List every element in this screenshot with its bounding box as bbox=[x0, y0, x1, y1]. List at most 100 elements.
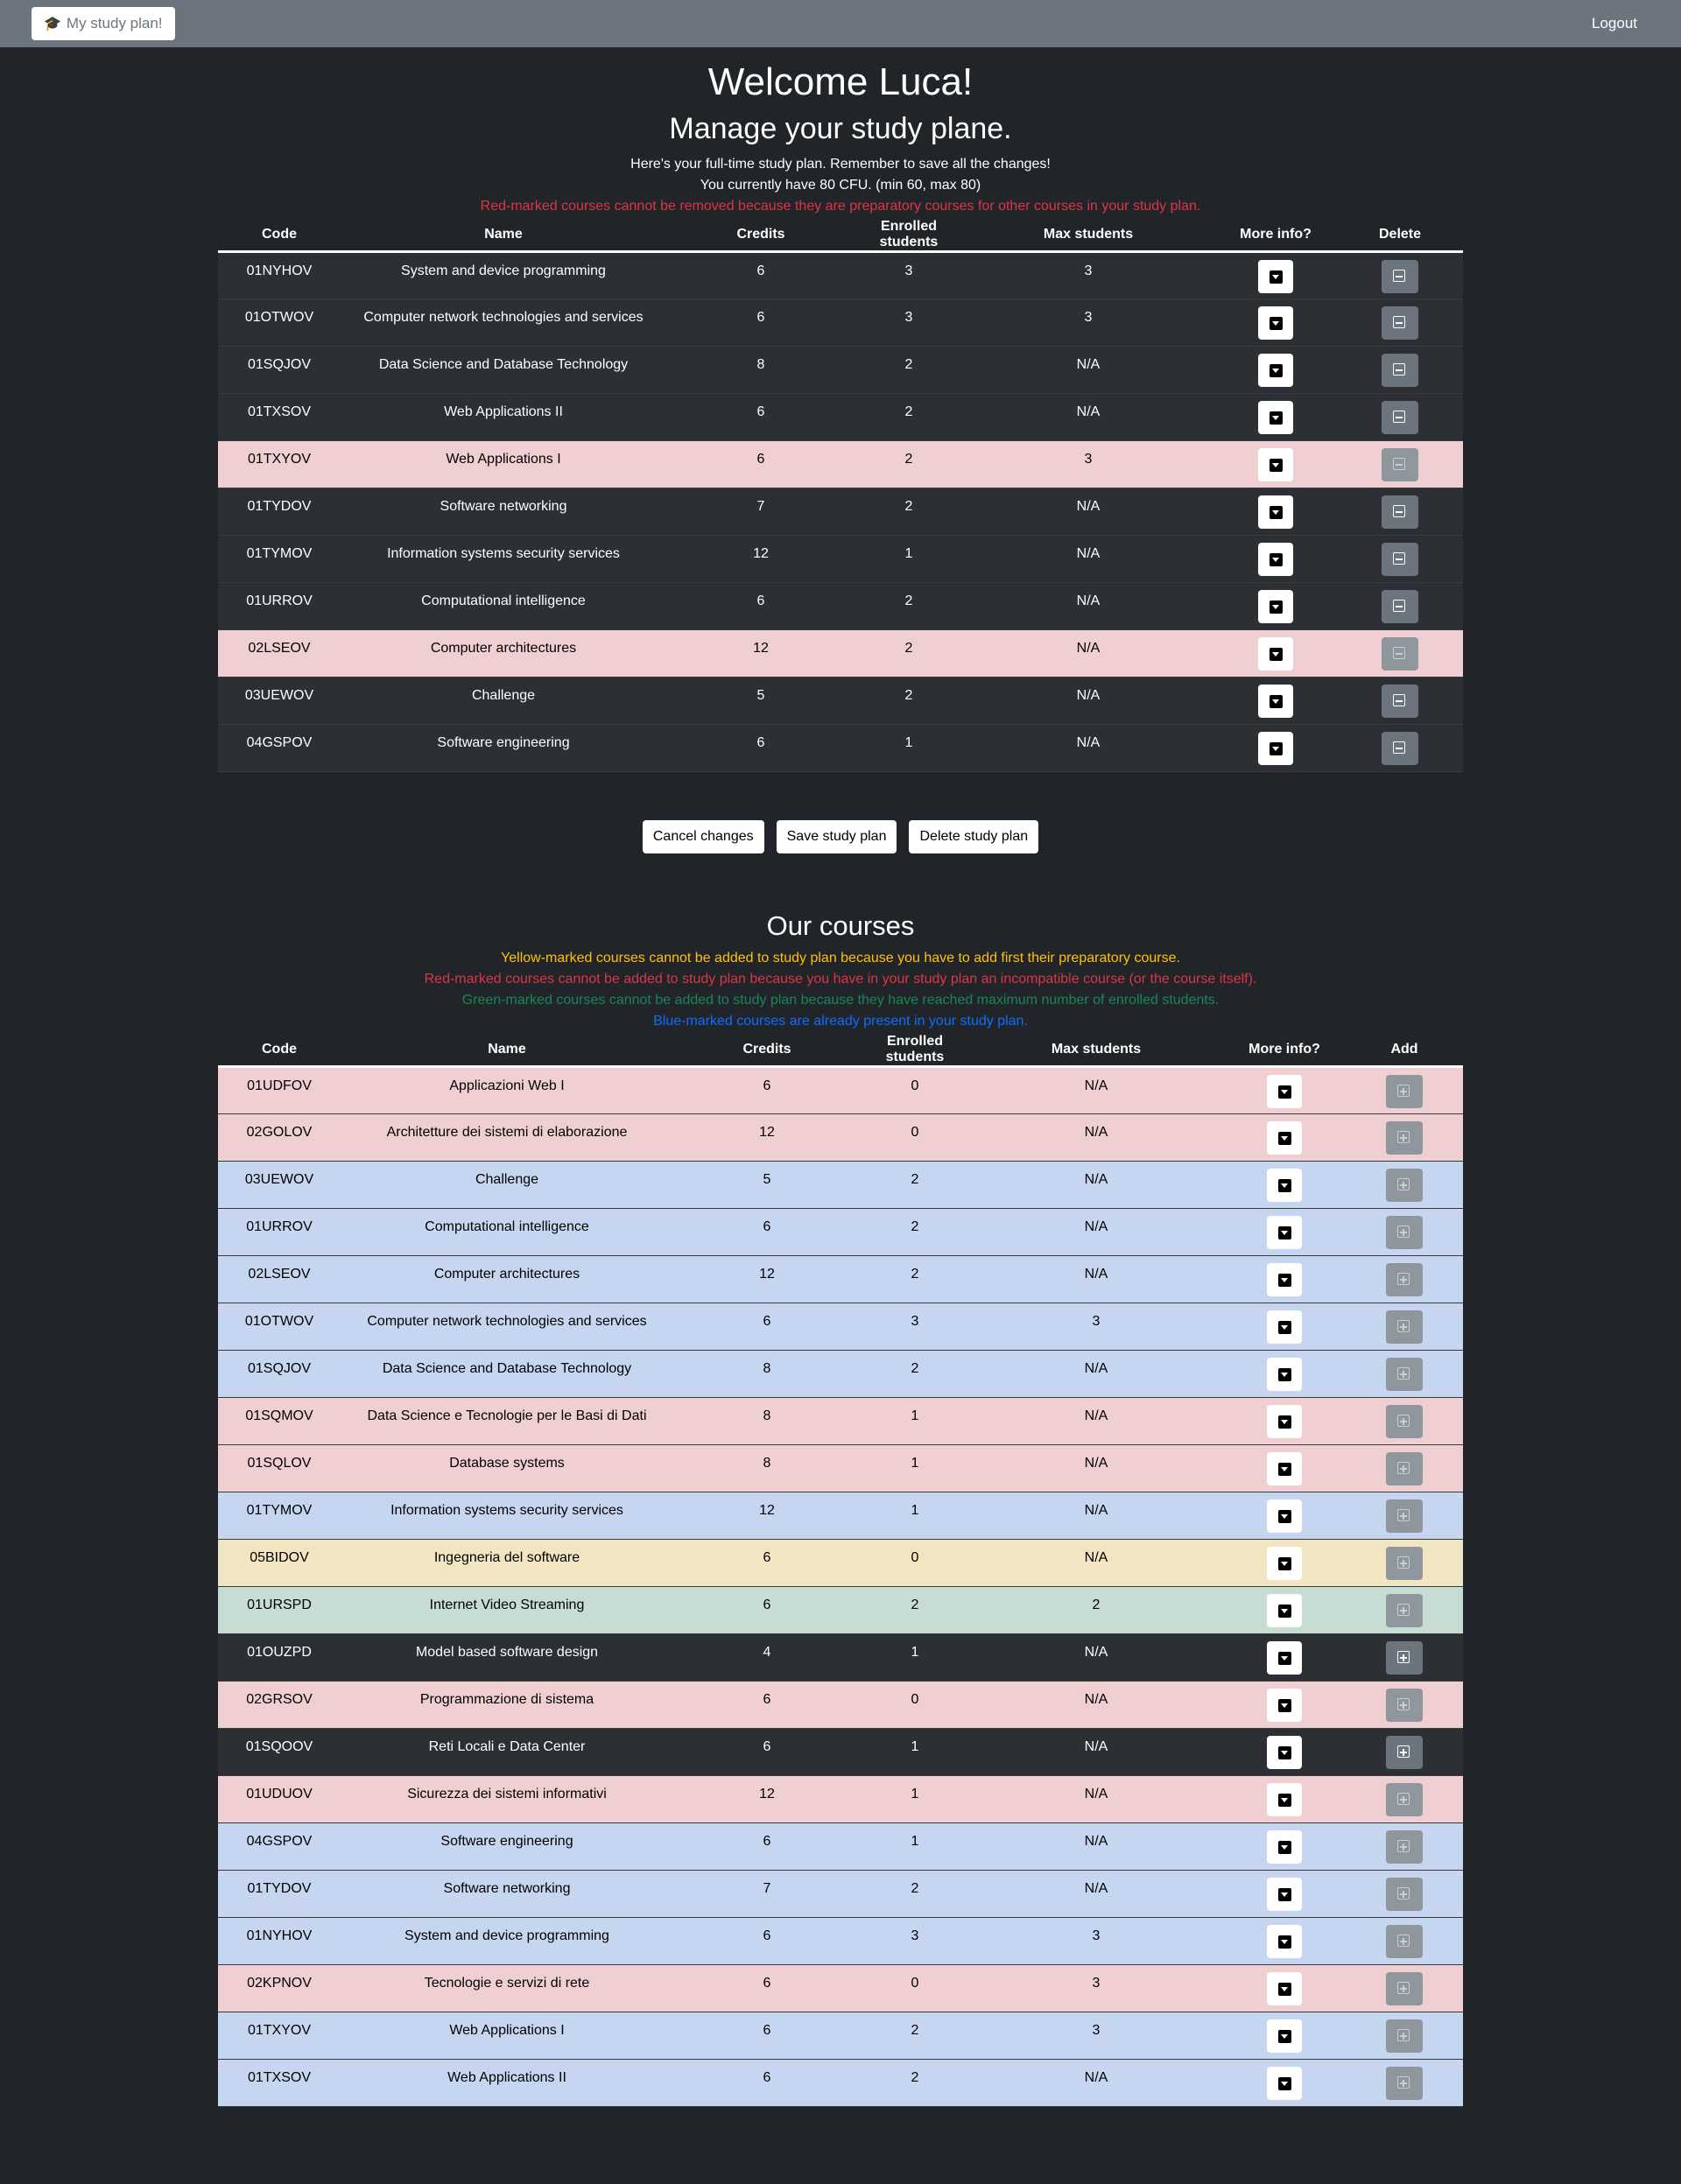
more-info-button[interactable] bbox=[1258, 543, 1293, 576]
column-header: Max students bbox=[969, 1034, 1223, 1068]
my-study-plan-button[interactable]: 🎓 My study plan! bbox=[32, 7, 175, 40]
more-info-button[interactable] bbox=[1267, 1121, 1302, 1155]
cell-enrolled: 0 bbox=[861, 1066, 969, 1114]
more-info-button[interactable] bbox=[1267, 1972, 1302, 2005]
caret-down-square-icon bbox=[1270, 695, 1283, 708]
delete-course-button[interactable] bbox=[1382, 590, 1418, 623]
cell-add bbox=[1346, 1350, 1463, 1398]
caret-down-square-icon bbox=[1278, 1226, 1291, 1239]
cell-code: 01UDFOV bbox=[218, 1066, 341, 1114]
delete-course-button[interactable] bbox=[1382, 495, 1418, 529]
delete-course-button[interactable] bbox=[1382, 401, 1418, 434]
cancel-changes-button[interactable]: Cancel changes bbox=[642, 820, 764, 853]
more-info-button[interactable] bbox=[1267, 2019, 1302, 2053]
add-course-button bbox=[1386, 1925, 1423, 1958]
more-info-button[interactable] bbox=[1267, 1263, 1302, 1296]
cell-add bbox=[1346, 1775, 1463, 1823]
cell-credits: 6 bbox=[673, 2012, 861, 2060]
more-info-button[interactable] bbox=[1267, 1358, 1302, 1391]
caret-down-square-icon bbox=[1278, 1179, 1291, 1192]
cell-code: 05BIDOV bbox=[218, 1539, 341, 1587]
cell-code: 01OUZPD bbox=[218, 1633, 341, 1682]
more-info-button[interactable] bbox=[1258, 354, 1293, 387]
add-course-button bbox=[1386, 1878, 1423, 1911]
delete-course-button[interactable] bbox=[1382, 543, 1418, 576]
cell-credits: 8 bbox=[673, 1350, 861, 1398]
add-course-button[interactable] bbox=[1386, 1736, 1423, 1769]
table-row: 01SQJOV Data Science and Database Technol… bbox=[218, 346, 1463, 394]
more-info-button[interactable] bbox=[1267, 1169, 1302, 1202]
delete-study-plan-button[interactable]: Delete study plan bbox=[909, 820, 1039, 853]
table-row: 01URROV Computational intelligence 6 2 N/A bbox=[218, 1208, 1463, 1256]
more-info-button[interactable] bbox=[1258, 306, 1293, 340]
cell-max: N/A bbox=[969, 1208, 1223, 1256]
delete-course-button[interactable] bbox=[1382, 732, 1418, 765]
cell-code: 01TYDOV bbox=[218, 488, 341, 536]
cell-max: N/A bbox=[969, 1822, 1223, 1871]
more-info-button[interactable] bbox=[1267, 1736, 1302, 1769]
table-row: 04GSPOV Software engineering 6 1 N/A bbox=[218, 1822, 1463, 1871]
more-info-button[interactable] bbox=[1267, 1310, 1302, 1344]
more-info-button[interactable] bbox=[1258, 260, 1293, 293]
more-info-button[interactable] bbox=[1258, 495, 1293, 529]
cell-more-info bbox=[1223, 1208, 1346, 1256]
delete-course-button[interactable] bbox=[1382, 260, 1418, 293]
more-info-button[interactable] bbox=[1267, 1783, 1302, 1816]
column-header: Name bbox=[341, 219, 666, 253]
cell-add bbox=[1346, 1870, 1463, 1918]
cell-more-info bbox=[1214, 677, 1337, 725]
cell-name: Data Science and Database Technology bbox=[341, 1350, 673, 1398]
caret-down-square-icon bbox=[1278, 1510, 1291, 1523]
more-info-button[interactable] bbox=[1267, 1830, 1302, 1864]
cell-add bbox=[1346, 1964, 1463, 2012]
more-info-button[interactable] bbox=[1267, 1075, 1302, 1108]
cell-enrolled: 1 bbox=[855, 535, 962, 583]
cell-name: Sicurezza dei sistemi informativi bbox=[341, 1775, 673, 1823]
cell-code: 02KPNOV bbox=[218, 1964, 341, 2012]
cell-code: 01SQLOV bbox=[218, 1444, 341, 1492]
more-info-button[interactable] bbox=[1258, 448, 1293, 481]
cell-code: 02LSEOV bbox=[218, 629, 341, 678]
more-info-button[interactable] bbox=[1267, 1547, 1302, 1580]
cell-max: 3 bbox=[962, 251, 1214, 299]
cell-enrolled: 2 bbox=[861, 1208, 969, 1256]
delete-course-button[interactable] bbox=[1382, 354, 1418, 387]
more-info-button[interactable] bbox=[1258, 401, 1293, 434]
cell-max: N/A bbox=[969, 1681, 1223, 1729]
more-info-button[interactable] bbox=[1258, 685, 1293, 718]
more-info-button[interactable] bbox=[1267, 1452, 1302, 1485]
cell-max: N/A bbox=[969, 1397, 1223, 1445]
more-info-button[interactable] bbox=[1267, 1405, 1302, 1438]
more-info-button[interactable] bbox=[1267, 1878, 1302, 1911]
cell-add bbox=[1346, 1586, 1463, 1634]
cell-delete bbox=[1337, 346, 1463, 394]
cell-more-info bbox=[1223, 1066, 1346, 1114]
more-info-button[interactable] bbox=[1267, 1925, 1302, 1958]
cell-more-info bbox=[1223, 1303, 1346, 1351]
top-navbar: 🎓 My study plan! Logout bbox=[0, 0, 1681, 47]
more-info-button[interactable] bbox=[1267, 1641, 1302, 1675]
add-course-button bbox=[1386, 1783, 1423, 1816]
cell-add bbox=[1346, 1255, 1463, 1303]
cell-delete bbox=[1337, 677, 1463, 725]
cell-code: 01OTWOV bbox=[218, 298, 341, 347]
more-info-button[interactable] bbox=[1267, 1499, 1302, 1533]
delete-course-button[interactable] bbox=[1382, 306, 1418, 340]
cell-credits: 6 bbox=[666, 393, 855, 441]
delete-course-button[interactable] bbox=[1382, 685, 1418, 718]
save-study-plan-button[interactable]: Save study plan bbox=[776, 820, 897, 853]
more-info-button[interactable] bbox=[1258, 637, 1293, 671]
more-info-button[interactable] bbox=[1258, 590, 1293, 623]
add-course-button[interactable] bbox=[1386, 1641, 1423, 1675]
cell-more-info bbox=[1223, 1539, 1346, 1587]
logout-link[interactable]: Logout bbox=[1592, 15, 1649, 32]
more-info-button[interactable] bbox=[1267, 1216, 1302, 1249]
caret-down-square-icon bbox=[1278, 1463, 1291, 1476]
more-info-button[interactable] bbox=[1267, 1689, 1302, 1722]
more-info-button[interactable] bbox=[1258, 732, 1293, 765]
more-info-button[interactable] bbox=[1267, 2067, 1302, 2100]
cell-max: 3 bbox=[969, 1917, 1223, 1965]
cell-code: 03UEWOV bbox=[218, 1161, 341, 1209]
more-info-button[interactable] bbox=[1267, 1594, 1302, 1627]
add-course-button bbox=[1386, 1310, 1423, 1344]
